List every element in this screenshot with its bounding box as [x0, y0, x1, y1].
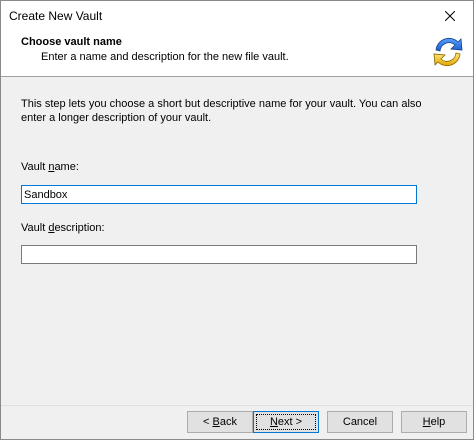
wizard-footer: < Back Next > Cancel Help: [1, 405, 473, 439]
close-button[interactable]: [427, 1, 473, 30]
back-button-rest: ack: [219, 416, 237, 428]
help-button[interactable]: Help: [401, 411, 467, 433]
refresh-arrows-icon: [433, 37, 463, 67]
help-button-rest: elp: [430, 416, 446, 428]
window-title: Create New Vault: [9, 9, 103, 23]
back-button-prefix: <: [203, 416, 213, 428]
back-button-mnemonic: B: [212, 416, 220, 428]
cancel-button[interactable]: Cancel: [327, 411, 393, 433]
close-icon: [445, 10, 455, 21]
back-button[interactable]: < Back: [187, 411, 253, 433]
step-subtitle: Enter a name and description for the new…: [41, 51, 289, 63]
create-new-vault-dialog: Create New Vault Choose vault name Enter…: [0, 0, 474, 440]
step-title: Choose vault name: [21, 36, 122, 48]
next-button-rest: ext >: [277, 416, 303, 428]
wizard-content: This step lets you choose a short but de…: [1, 77, 473, 409]
vault-description-label: Vault description:: [21, 222, 105, 234]
intro-text: This step lets you choose a short but de…: [21, 98, 422, 124]
footer-divider: [1, 405, 473, 406]
vault-description-input[interactable]: [21, 245, 417, 264]
help-button-mnemonic: H: [422, 416, 431, 428]
title-bar: Create New Vault: [1, 1, 473, 30]
vault-name-input[interactable]: [21, 185, 417, 204]
next-button-mnemonic: N: [269, 416, 278, 428]
wizard-header: Choose vault name Enter a name and descr…: [1, 30, 473, 77]
vault-name-label: Vault name:: [21, 161, 79, 173]
next-button[interactable]: Next >: [253, 411, 319, 433]
